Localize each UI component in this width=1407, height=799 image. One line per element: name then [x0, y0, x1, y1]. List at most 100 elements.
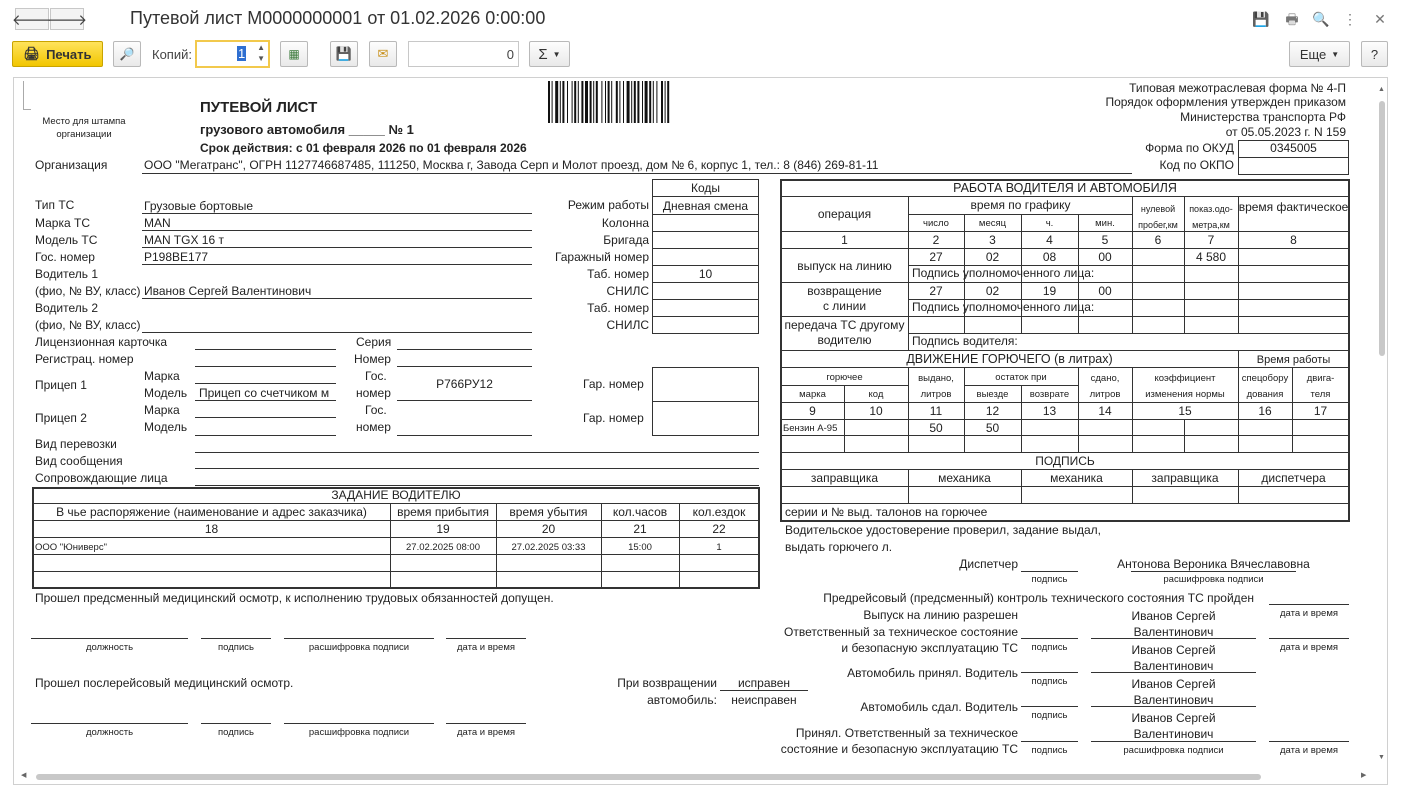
- fuel-special-header: спецобору дования: [1241, 373, 1289, 400]
- fuel-row-departure: 50: [985, 421, 1000, 435]
- preview-icon: 🔎: [119, 47, 135, 61]
- responsible-line-2: и безопасную эксплуатацию ТС: [841, 641, 1018, 655]
- responsible-name-2: Валентинович: [1133, 625, 1214, 639]
- driver1-value: Иванов Сергей Валентинович: [144, 284, 312, 298]
- odometer-header: показ.одо-метра,км: [1189, 204, 1233, 230]
- horizontal-scrollbar[interactable]: ◀ ▶: [21, 772, 1371, 782]
- save-icon: 💾: [335, 46, 353, 61]
- table-settings-button[interactable]: ▦: [280, 41, 308, 67]
- driver1-label: Водитель 1: [35, 267, 99, 281]
- pre-med-decoding: расшифровка подписи: [308, 642, 410, 653]
- task-num-18: 18: [204, 522, 219, 536]
- print-button[interactable]: 🖨 Печать: [12, 41, 103, 67]
- task-row-customer: ООО "Юниверс": [35, 542, 107, 553]
- work-title: РАБОТА ВОДИТЕЛЯ И АВТОМОБИЛЯ: [953, 181, 1177, 195]
- zoom-icon[interactable]: 🔍: [1312, 10, 1330, 28]
- fuel-engine-header: двига-теля: [1306, 373, 1335, 400]
- work-num-5: 5: [1101, 233, 1109, 247]
- tab-number-value: 10: [698, 267, 713, 281]
- vertical-scroll-thumb[interactable]: [1379, 101, 1385, 356]
- sum-dropdown-button[interactable]: Σ ▼: [529, 41, 570, 67]
- release-hour: 08: [1042, 250, 1057, 264]
- forward-button[interactable]: 🡒: [47, 8, 87, 30]
- work-num-2: 2: [932, 233, 940, 247]
- day-header: число: [923, 218, 949, 229]
- trailer2-garage-label: Гар. номер: [583, 411, 644, 425]
- pre-med-signature: подпись: [218, 642, 254, 653]
- release-day: 27: [929, 250, 943, 264]
- zero-run-header: нулевой пробег,км: [1138, 204, 1178, 230]
- scroll-right-icon[interactable]: ▶: [1361, 771, 1366, 779]
- work-num-6: 6: [1154, 233, 1162, 247]
- handed-text: Автомобиль сдал. Водитель: [860, 700, 1018, 714]
- save-button[interactable]: 💾: [330, 41, 358, 67]
- task-row-trips: 1: [716, 542, 722, 553]
- task-num-20: 20: [541, 522, 556, 536]
- release-allowed-text: Выпуск на линию разрешен: [863, 608, 1018, 622]
- task-header-hours: кол.часов: [612, 505, 668, 519]
- license-checked-text: Водительское удостоверение проверил, зад…: [785, 523, 1101, 537]
- codes-title: Коды: [690, 181, 721, 195]
- task-header-departure: время убытия: [509, 505, 588, 519]
- vertical-scrollbar[interactable]: ▲ ▼: [1377, 86, 1387, 761]
- return-hour: 19: [1042, 284, 1057, 298]
- series-label: Серия: [356, 335, 392, 349]
- snils2-label: СНИЛС: [606, 318, 650, 332]
- back-button[interactable]: 🡐: [12, 8, 52, 30]
- responsible-line-1: Ответственный за техническое состояние: [784, 625, 1018, 639]
- return-label: возвращение с линии: [807, 284, 882, 313]
- task-num-22: 22: [712, 522, 726, 536]
- chevron-down-icon: ▼: [1331, 49, 1340, 59]
- scroll-up-icon[interactable]: ▲: [1378, 86, 1385, 93]
- fuel-coef-header: коэффициент изменения нормы: [1145, 373, 1225, 400]
- work-mode-value: Дневная смена: [662, 199, 749, 213]
- trailer1-model-label: Модель: [144, 386, 188, 400]
- fuel-title: ДВИЖЕНИЕ ГОРЮЧЕГО (в литрах): [906, 352, 1113, 366]
- scroll-down-icon[interactable]: ▼: [1378, 754, 1385, 761]
- fuel-num-15: 15: [1178, 404, 1192, 418]
- trailer2-model-label: Модель: [144, 420, 188, 434]
- accepted-resp-decoding: расшифровка подписи: [1123, 745, 1224, 756]
- fuel-num-10: 10: [869, 404, 883, 418]
- preview-button[interactable]: 🔎: [113, 41, 141, 67]
- spreadsheet-document[interactable]: Место для штампа организации ПУТЕВОЙ ЛИС…: [13, 77, 1388, 785]
- return-month: 02: [985, 284, 1000, 298]
- dispatcher-decoding: расшифровка подписи: [1163, 574, 1264, 585]
- responsible-datetime: дата и время: [1279, 642, 1339, 653]
- fuel-brand-header: марка: [799, 389, 826, 400]
- fuel-row-brand: Бензин А-95: [783, 423, 838, 434]
- scroll-left-icon[interactable]: ◀: [21, 771, 26, 779]
- chevron-down-icon: ▼: [552, 49, 561, 59]
- more-button[interactable]: Еще ▼: [1289, 41, 1350, 67]
- mail-button[interactable]: ✉: [369, 41, 397, 67]
- accepted-name-2: Валентинович: [1133, 659, 1214, 673]
- spin-up-icon[interactable]: ▲: [257, 43, 265, 52]
- post-med-decoding: расшифровка подписи: [308, 727, 410, 738]
- window-title: Путевой лист М0000000001 от 01.02.2026 0…: [130, 8, 546, 28]
- pre-med-position: должность: [85, 642, 134, 653]
- fuel-num-13: 13: [1042, 404, 1057, 418]
- save-doc-icon[interactable]: 💾: [1252, 10, 1270, 28]
- horizontal-scroll-thumb[interactable]: [36, 774, 1261, 780]
- accepted-text: Автомобиль принял. Водитель: [847, 666, 1018, 680]
- fuel-handed-header: сдано, литров: [1089, 373, 1121, 400]
- column-label: Колонна: [601, 216, 649, 230]
- copies-input[interactable]: 1 ▲ ▼: [195, 40, 270, 68]
- driver2-label: Водитель 2: [35, 301, 99, 315]
- signer-mechanic-2: механика: [1050, 471, 1103, 485]
- print-doc-icon[interactable]: 🖶: [1283, 10, 1301, 28]
- sum-field[interactable]: 0: [408, 41, 519, 67]
- release-label: выпуск на линию: [797, 259, 892, 273]
- form-line-4: от 05.05.2023 г. N 159: [1225, 125, 1346, 139]
- post-med-text: Прошел послерейсовый медицинский осмотр.: [35, 676, 294, 690]
- dispatcher-signature: подпись: [1031, 574, 1068, 585]
- trailer2-brand-label: Марка: [144, 403, 180, 417]
- close-icon[interactable]: ✕: [1371, 10, 1389, 28]
- coupons-label: серии и № выд. талонов на горючее: [785, 505, 988, 519]
- spin-down-icon[interactable]: ▼: [257, 54, 265, 63]
- help-button[interactable]: ?: [1361, 41, 1388, 67]
- fuel-num-12: 12: [985, 404, 1000, 418]
- more-menu-icon[interactable]: ⋮: [1341, 10, 1359, 28]
- garage-number-label: Гаражный номер: [554, 250, 649, 264]
- trailer1-garage-label: Гар. номер: [583, 377, 644, 391]
